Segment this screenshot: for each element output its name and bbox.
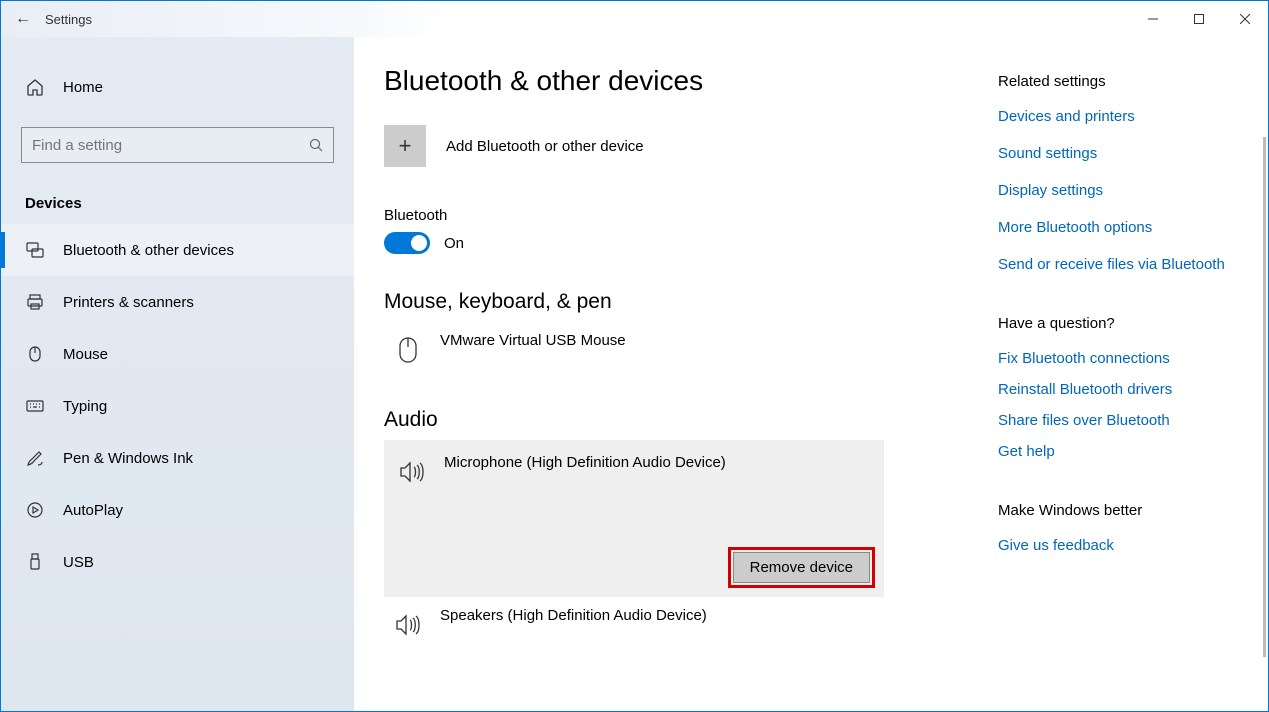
printer-icon bbox=[25, 292, 45, 312]
window-title: Settings bbox=[45, 12, 92, 27]
pen-icon bbox=[25, 448, 45, 468]
titlebar: ← Settings bbox=[1, 1, 1268, 37]
mouse-device-icon bbox=[394, 332, 422, 368]
link-more-bluetooth[interactable]: More Bluetooth options bbox=[998, 219, 1238, 236]
search-field[interactable] bbox=[32, 137, 309, 154]
home-icon bbox=[25, 77, 45, 97]
device-label: VMware Virtual USB Mouse bbox=[440, 332, 626, 349]
mouse-icon bbox=[25, 344, 45, 364]
usb-icon bbox=[25, 552, 45, 572]
minimize-button[interactable] bbox=[1130, 3, 1176, 35]
search-icon bbox=[309, 138, 323, 152]
add-device-label: Add Bluetooth or other device bbox=[446, 138, 644, 155]
sidebar-item-label: Bluetooth & other devices bbox=[63, 242, 234, 259]
close-button[interactable] bbox=[1222, 3, 1268, 35]
remove-device-button[interactable]: Remove device bbox=[733, 552, 870, 583]
group-mouse-title: Mouse, keyboard, & pen bbox=[384, 290, 964, 314]
sidebar: Home Devices Bluetooth & other devices P… bbox=[1, 37, 354, 711]
link-feedback[interactable]: Give us feedback bbox=[998, 537, 1238, 554]
speaker-icon bbox=[398, 454, 426, 490]
sidebar-item-autoplay[interactable]: AutoPlay bbox=[1, 484, 354, 536]
back-button[interactable]: ← bbox=[15, 10, 31, 28]
maximize-button[interactable] bbox=[1176, 3, 1222, 35]
sidebar-item-bluetooth[interactable]: Bluetooth & other devices bbox=[1, 224, 354, 276]
autoplay-icon bbox=[25, 500, 45, 520]
link-fix-bluetooth[interactable]: Fix Bluetooth connections bbox=[998, 350, 1238, 367]
feedback-title: Make Windows better bbox=[998, 502, 1238, 519]
sidebar-item-label: AutoPlay bbox=[63, 502, 123, 519]
link-display-settings[interactable]: Display settings bbox=[998, 182, 1238, 199]
main-panel: Bluetooth & other devices + Add Bluetoot… bbox=[354, 37, 1268, 711]
link-reinstall-drivers[interactable]: Reinstall Bluetooth drivers bbox=[998, 381, 1238, 398]
sidebar-item-mouse[interactable]: Mouse bbox=[1, 328, 354, 380]
sidebar-item-pen[interactable]: Pen & Windows Ink bbox=[1, 432, 354, 484]
bluetooth-label: Bluetooth bbox=[384, 207, 964, 224]
keyboard-icon bbox=[25, 396, 45, 416]
bluetooth-toggle[interactable] bbox=[384, 232, 430, 254]
link-get-help[interactable]: Get help bbox=[998, 443, 1238, 460]
sidebar-item-label: Printers & scanners bbox=[63, 294, 194, 311]
sidebar-section-label: Devices bbox=[1, 187, 354, 224]
device-speakers[interactable]: Speakers (High Definition Audio Device) bbox=[384, 597, 964, 653]
link-devices-printers[interactable]: Devices and printers bbox=[998, 108, 1238, 125]
home-nav[interactable]: Home bbox=[1, 69, 354, 105]
sidebar-item-label: USB bbox=[63, 554, 94, 571]
plus-icon: + bbox=[384, 125, 426, 167]
device-label: Microphone (High Definition Audio Device… bbox=[444, 454, 726, 471]
network-icon bbox=[25, 240, 45, 260]
sidebar-item-typing[interactable]: Typing bbox=[1, 380, 354, 432]
search-input[interactable] bbox=[21, 127, 334, 163]
home-label: Home bbox=[63, 79, 103, 96]
device-microphone[interactable]: Microphone (High Definition Audio Device… bbox=[384, 440, 884, 597]
sidebar-item-usb[interactable]: USB bbox=[1, 536, 354, 588]
speaker-icon bbox=[394, 607, 422, 643]
group-audio-title: Audio bbox=[384, 408, 964, 432]
question-title: Have a question? bbox=[998, 315, 1238, 332]
page-title: Bluetooth & other devices bbox=[384, 65, 964, 97]
related-title: Related settings bbox=[998, 73, 1238, 90]
link-sound-settings[interactable]: Sound settings bbox=[998, 145, 1238, 162]
bluetooth-state: On bbox=[444, 235, 464, 252]
sidebar-item-label: Pen & Windows Ink bbox=[63, 450, 193, 467]
sidebar-item-printers[interactable]: Printers & scanners bbox=[1, 276, 354, 328]
sidebar-item-label: Mouse bbox=[63, 346, 108, 363]
scrollbar[interactable] bbox=[1263, 137, 1266, 657]
device-label: Speakers (High Definition Audio Device) bbox=[440, 607, 707, 624]
link-send-receive[interactable]: Send or receive files via Bluetooth bbox=[998, 256, 1238, 273]
device-mouse[interactable]: VMware Virtual USB Mouse bbox=[384, 322, 964, 378]
link-share-files[interactable]: Share files over Bluetooth bbox=[998, 412, 1238, 429]
sidebar-item-label: Typing bbox=[63, 398, 107, 415]
add-device-button[interactable]: + Add Bluetooth or other device bbox=[384, 125, 964, 167]
